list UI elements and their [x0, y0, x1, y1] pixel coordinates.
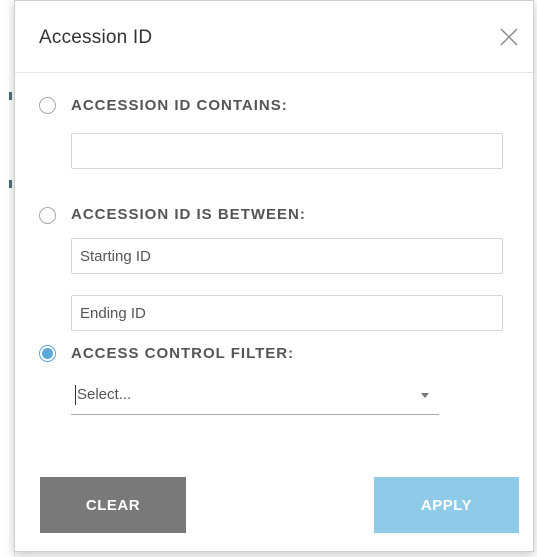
background-marker	[9, 92, 12, 100]
dialog-header: Accession ID	[15, 1, 533, 73]
apply-button-label: APPLY	[420, 496, 473, 514]
accession-contains-input[interactable]	[71, 133, 503, 169]
close-button[interactable]	[495, 23, 523, 51]
clear-button[interactable]: CLEAR	[40, 477, 186, 533]
text-cursor	[75, 385, 76, 405]
option-label-accession-contains: ACCESSION ID CONTAINS:	[71, 97, 288, 114]
background-panel-edge	[0, 0, 15, 557]
select-value: Select...	[77, 386, 132, 403]
radio-accession-between[interactable]	[39, 207, 56, 224]
background-marker	[9, 180, 12, 188]
option-label-access-control-filter: ACCESS CONTROL FILTER:	[71, 345, 295, 362]
dialog-title: Accession ID	[39, 27, 153, 48]
accession-id-dialog: Accession ID ACCESSION ID CONTAINS: ACCE…	[14, 0, 534, 552]
close-icon	[500, 28, 518, 46]
radio-accession-contains[interactable]	[39, 97, 56, 114]
option-label-accession-between: ACCESSION ID IS BETWEEN:	[71, 206, 306, 223]
clear-button-label: CLEAR	[85, 496, 141, 514]
access-control-select[interactable]: Select...	[71, 377, 439, 415]
apply-button[interactable]: APPLY	[374, 477, 519, 533]
ending-id-input[interactable]	[71, 295, 503, 331]
radio-access-control-filter[interactable]	[39, 345, 56, 362]
starting-id-input[interactable]	[71, 238, 503, 274]
chevron-down-icon	[421, 393, 429, 398]
